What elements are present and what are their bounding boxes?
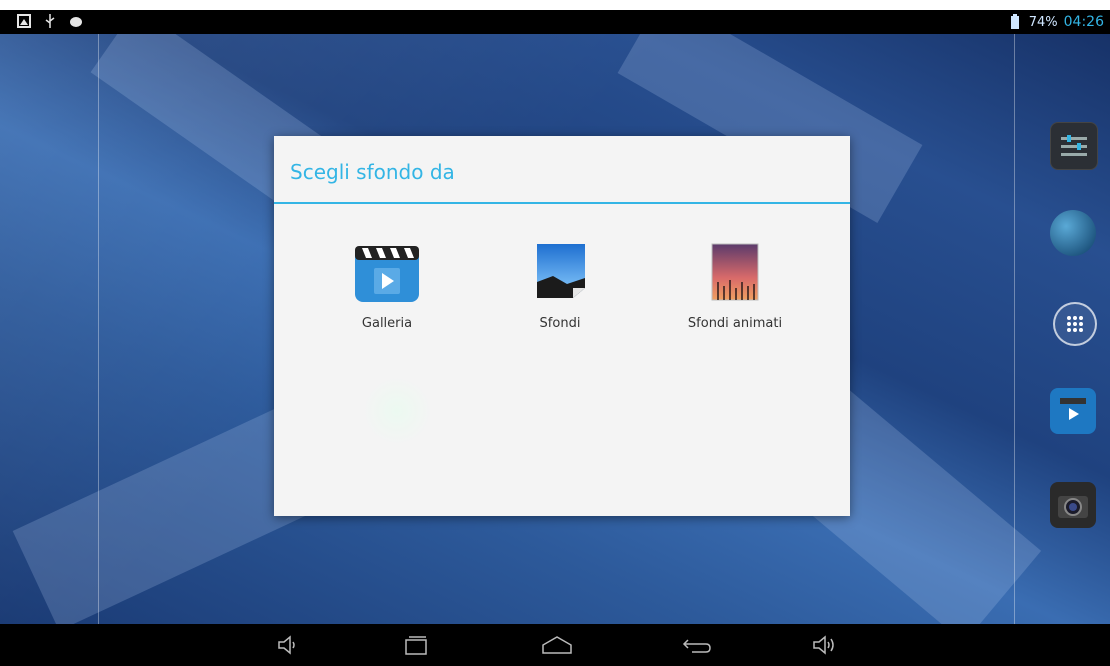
camera-icon[interactable] <box>1050 482 1096 528</box>
back-icon[interactable] <box>679 632 715 658</box>
video-icon[interactable] <box>1050 388 1096 434</box>
option-sfondi-animati[interactable]: Sfondi animati <box>660 238 810 348</box>
option-sfondi[interactable]: Sfondi <box>485 238 635 348</box>
recent-apps-icon[interactable] <box>398 632 434 658</box>
status-bar: 74% 04:26 <box>0 10 1110 34</box>
choose-wallpaper-dialog: Scegli sfondo da Galleria Sfondi Sfondi … <box>274 136 850 516</box>
gallery-icon <box>355 246 419 302</box>
settings-icon[interactable] <box>1050 122 1098 170</box>
battery-icon <box>1010 14 1019 29</box>
option-label: Galleria <box>361 316 413 331</box>
live-wallpapers-icon <box>711 243 759 301</box>
volume-up-icon[interactable] <box>807 632 843 658</box>
wallpapers-icon <box>537 244 585 298</box>
wallpaper-divider <box>1014 34 1015 624</box>
option-galleria[interactable]: Galleria <box>312 238 462 348</box>
dialog-title: Scegli sfondo da <box>290 160 455 184</box>
app-dock <box>1042 34 1104 624</box>
option-label: Sfondi animati <box>687 316 783 331</box>
all-apps-icon[interactable] <box>1053 302 1097 346</box>
notification-icons <box>16 13 84 29</box>
battery-level: 74% <box>1028 14 1058 30</box>
clock: 04:26 <box>1063 14 1104 30</box>
android-debug-icon <box>70 17 82 27</box>
home-icon[interactable] <box>539 632 575 658</box>
option-label: Sfondi <box>539 316 581 331</box>
dialog-divider <box>274 202 850 204</box>
usb-icon <box>45 14 55 28</box>
navigation-bar <box>0 624 1110 666</box>
screenshot-icon <box>17 14 31 28</box>
system-status: 74% 04:26 <box>1007 14 1104 30</box>
volume-down-icon[interactable] <box>270 632 306 658</box>
globe-icon[interactable] <box>1050 210 1096 256</box>
faded-icon-artifact <box>362 376 432 446</box>
top-caption-strip <box>0 0 1110 10</box>
wallpaper-divider <box>98 34 99 624</box>
